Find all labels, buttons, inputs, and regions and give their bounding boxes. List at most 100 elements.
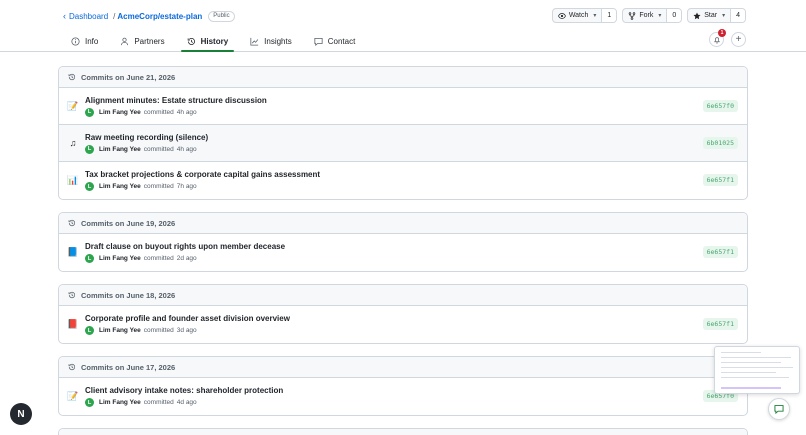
commit-sha[interactable]: 6b01025: [702, 137, 738, 149]
commit-row[interactable]: 📕 Corporate profile and founder asset di…: [59, 306, 747, 343]
commit-row[interactable]: 📝 Client advisory intake notes: sharehol…: [59, 378, 747, 415]
commit-title[interactable]: Tax bracket projections & corporate capi…: [85, 170, 320, 179]
commit-group-header: Commits on June 21, 2026: [59, 67, 747, 88]
commit-author[interactable]: Lim Fang Yee: [99, 399, 141, 406]
history-icon: [68, 73, 76, 81]
tab-label: Info: [85, 36, 99, 46]
bar-chart-icon: 📊: [67, 175, 79, 185]
commit-age: 4h ago: [176, 108, 197, 116]
chat-button[interactable]: [768, 398, 790, 420]
commit-row[interactable]: ♫ Raw meeting recording (silence) L Lim F…: [59, 125, 747, 162]
commit-group: Commits on June 19, 2026 📘 Draft clause …: [58, 212, 748, 272]
header-right-buttons: 1 +: [709, 29, 746, 47]
tab-info[interactable]: Info: [63, 30, 106, 52]
tab-insights[interactable]: Insights: [242, 30, 300, 52]
commit-group-heading: Commits on June 18, 2026: [81, 290, 176, 300]
commit-verb: committed: [143, 255, 174, 262]
add-button[interactable]: +: [731, 32, 746, 47]
tab-label: History: [200, 36, 229, 46]
commit-row[interactable]: 📊 Tax bracket projections & corporate ca…: [59, 162, 747, 199]
commit-group-header: [59, 429, 747, 435]
comment-icon: [314, 37, 323, 46]
commit-group-header: Commits on June 19, 2026: [59, 213, 747, 234]
repo-tabs: Info Partners History Insights Contact: [63, 30, 369, 52]
fork-button[interactable]: Fork ▾ 0: [622, 8, 683, 23]
star-label: Star: [704, 12, 718, 19]
watch-button[interactable]: Watch ▾ 1: [551, 8, 618, 23]
commit-author[interactable]: Lim Fang Yee: [99, 183, 141, 190]
commit-age: 2d ago: [176, 255, 197, 262]
commit-group: Commits on June 17, 2026 📝 Client adviso…: [58, 356, 748, 416]
history-icon: [68, 363, 76, 371]
chevron-left-icon[interactable]: ‹: [63, 11, 66, 21]
visibility-badge: Public: [208, 10, 235, 22]
fork-count: 0: [667, 9, 682, 22]
next-logo-button[interactable]: N: [10, 403, 32, 425]
breadcrumb-dashboard[interactable]: Dashboard: [69, 12, 108, 21]
commit-age: 4d ago: [176, 399, 197, 406]
commit-age: 7h ago: [176, 183, 197, 190]
commit-verb: committed: [143, 327, 174, 334]
commit-author[interactable]: Lim Fang Yee: [99, 146, 141, 153]
page-preview-thumbnail[interactable]: [714, 346, 800, 394]
commit-author[interactable]: Lim Fang Yee: [99, 109, 141, 116]
star-button[interactable]: Star ▾ 4: [687, 8, 746, 23]
commit-row[interactable]: 📘 Draft clause on buyout rights upon mem…: [59, 234, 747, 271]
commit-age: 3d ago: [176, 327, 197, 334]
commit-group-partial: [58, 428, 748, 435]
commit-group-heading: Commits on June 19, 2026: [81, 218, 176, 228]
watch-count: 1: [602, 9, 617, 22]
commit-sha[interactable]: 6e657f1: [702, 246, 738, 258]
tab-contact[interactable]: Contact: [306, 30, 364, 52]
notifications-button[interactable]: 1: [709, 29, 726, 47]
avatar: L: [85, 398, 94, 407]
notification-count-badge: 1: [718, 29, 726, 37]
avatar: L: [85, 107, 94, 117]
commit-group-header: Commits on June 18, 2026: [59, 285, 747, 306]
commit-row[interactable]: 📝 Alignment minutes: Estate structure di…: [59, 88, 747, 125]
commit-title[interactable]: Corporate profile and founder asset divi…: [85, 314, 290, 323]
tab-history[interactable]: History: [179, 30, 237, 52]
commit-sha[interactable]: 6e657f1: [702, 174, 738, 186]
commit-group-heading: Commits on June 17, 2026: [81, 362, 176, 372]
graph-icon: [250, 37, 259, 46]
commit-title[interactable]: Draft clause on buyout rights upon membe…: [85, 242, 285, 251]
red-book-icon: 📕: [67, 319, 79, 329]
fork-label: Fork: [639, 12, 654, 19]
commit-group-heading: Commits on June 21, 2026: [81, 72, 176, 82]
person-icon: [121, 37, 129, 45]
commit-author[interactable]: Lim Fang Yee: [99, 327, 141, 334]
info-icon: [71, 36, 80, 46]
commit-verb: committed: [143, 183, 174, 190]
repo-actions: Watch ▾ 1 Fork ▾ 0 Star ▾ 4: [551, 8, 746, 23]
tab-partners[interactable]: Partners: [112, 30, 172, 52]
memo-icon: 📝: [67, 391, 79, 401]
commit-group-header: Commits on June 17, 2026: [59, 357, 747, 378]
commit-title[interactable]: Raw meeting recording (silence): [85, 133, 208, 142]
avatar: L: [85, 254, 94, 263]
tab-label: Contact: [327, 36, 356, 46]
chevron-down-icon: ▾: [722, 13, 726, 19]
commit-age: 4h ago: [176, 145, 197, 153]
commit-sha[interactable]: 6e657f0: [702, 100, 738, 112]
commit-group: Commits on June 18, 2026 📕 Corporate pro…: [58, 284, 748, 344]
avatar: L: [85, 326, 94, 335]
commit-verb: committed: [143, 145, 174, 153]
memo-icon: 📝: [67, 100, 79, 111]
blue-book-icon: 📘: [67, 247, 79, 257]
commit-sha[interactable]: 6e657f1: [702, 318, 738, 330]
commit-author[interactable]: Lim Fang Yee: [99, 255, 141, 262]
star-count: 4: [731, 9, 745, 22]
eye-icon: [557, 12, 566, 19]
history-icon: [68, 219, 76, 227]
repo-name-link[interactable]: AcmeCorp/estate-plan: [117, 12, 202, 21]
star-icon: [693, 12, 701, 19]
chevron-down-icon: ▾: [658, 13, 662, 19]
plus-icon: +: [735, 34, 742, 45]
commit-title[interactable]: Alignment minutes: Estate structure disc…: [85, 96, 267, 105]
avatar: L: [85, 144, 94, 154]
breadcrumb-separator: /: [113, 11, 116, 21]
fork-icon: [629, 11, 636, 20]
avatar: L: [85, 182, 94, 191]
commit-title[interactable]: Client advisory intake notes: shareholde…: [85, 386, 283, 395]
